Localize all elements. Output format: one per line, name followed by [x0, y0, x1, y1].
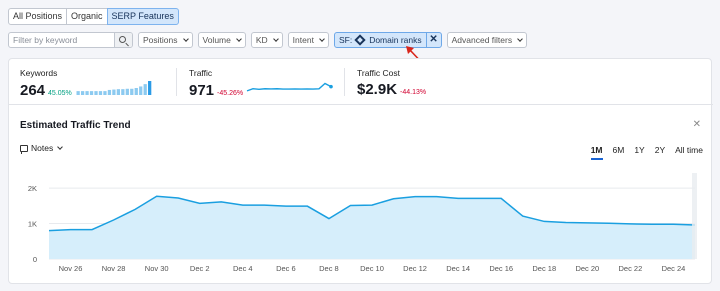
x-tick-label: Dec 6	[276, 264, 296, 273]
traffic-trend-chart: 0 1K 2K Nov 26 Nov 28 Nov 30 Dec 2 Dec 4 Dec 6 De…	[28, 173, 697, 273]
volume-label: Volume	[202, 35, 231, 45]
sparkline-bar	[112, 89, 116, 95]
x-tick-label: Dec 18	[532, 264, 556, 273]
advanced-filters-dropdown[interactable]: Advanced filters	[446, 32, 528, 48]
x-tick-label: Dec 24	[662, 264, 686, 273]
y-tick-label: 1K	[28, 220, 37, 229]
traffic-label: Traffic	[189, 68, 213, 78]
keywords-value: 264	[20, 82, 46, 99]
x-tick-label: Dec 4	[233, 264, 253, 273]
sparkline-bar	[125, 88, 129, 95]
range-2y[interactable]: 2Y	[655, 145, 665, 155]
volume-dropdown[interactable]: Volume	[197, 32, 246, 48]
keywords-sparkline	[76, 81, 152, 95]
x-tick-label: Dec 8	[319, 264, 339, 273]
x-tick-label: Dec 22	[619, 264, 643, 273]
x-tick-label: Dec 16	[489, 264, 513, 273]
notes-dropdown[interactable]: Notes	[20, 143, 64, 154]
keywords-change: 45.05%	[48, 90, 72, 97]
traffic-metric[interactable]: Traffic 971 -45.26%	[189, 68, 335, 99]
sparkline-bar	[129, 88, 134, 95]
sparkline-bar	[134, 88, 138, 95]
range-1y[interactable]: 1Y	[634, 145, 644, 155]
x-tick-label: Nov 28	[102, 264, 126, 273]
y-tick-label: 0	[33, 255, 37, 264]
sparkline-bar	[107, 89, 111, 95]
sparkline-bar	[103, 91, 107, 95]
sparkline-point	[329, 84, 333, 89]
tab-organic[interactable]: Organic	[66, 8, 108, 25]
chevron-down-icon	[182, 35, 189, 42]
domain-ranks-icon	[354, 34, 366, 46]
kd-label: KD	[255, 35, 268, 45]
x-tick-label: Dec 2	[190, 264, 210, 273]
sparkline-bar	[120, 89, 125, 95]
traffic-cost-value: $2.9K	[357, 81, 398, 98]
sparkline-bar	[94, 91, 98, 95]
range-6m[interactable]: 6M	[613, 145, 625, 155]
keywords-metric[interactable]: Keywords 264 45.05%	[20, 68, 152, 99]
search-icon	[119, 36, 126, 43]
intent-label: Intent	[292, 35, 314, 45]
sparkline-bar	[138, 86, 143, 95]
kd-dropdown[interactable]: KD	[250, 32, 283, 48]
traffic-change: -45.26%	[217, 90, 244, 97]
traffic-value: 971	[189, 82, 215, 99]
sparkline-bar	[116, 89, 120, 95]
chevron-down-icon	[319, 35, 325, 42]
advanced-filters-label: Advanced filters	[451, 35, 513, 45]
x-tick-label: Nov 30	[145, 264, 169, 273]
divider	[344, 68, 345, 96]
sf-prefix: SF:	[338, 35, 353, 45]
sparkline-bar	[98, 91, 102, 95]
hover-band	[692, 173, 697, 259]
x-tick-label: Nov 26	[59, 264, 83, 273]
range-1m[interactable]: 1M	[590, 145, 603, 160]
keywords-label: Keywords	[20, 68, 58, 78]
tab-all-positions[interactable]: All Positions	[8, 8, 68, 25]
chevron-down-icon	[236, 35, 242, 42]
traffic-sparkline	[246, 82, 333, 92]
chart-title: Estimated Traffic Trend	[20, 120, 131, 131]
sparkline-bar	[143, 84, 147, 95]
search-input[interactable]: Filter by keyword	[9, 33, 114, 47]
filter-bar: Filter by keyword Positions Volume KD In…	[8, 32, 528, 48]
keyword-search: Filter by keyword	[8, 32, 133, 48]
x-tick-label: Dec 20	[575, 264, 599, 273]
chevron-down-icon	[517, 35, 523, 42]
sparkline-bar	[76, 91, 80, 95]
sparkline-bar	[80, 91, 85, 95]
traffic-cost-metric[interactable]: Traffic Cost $2.9K -44.13%	[357, 68, 426, 98]
sparkline-bar	[85, 91, 89, 95]
position-tabs: All Positions Organic SERP Features	[8, 8, 179, 25]
positions-dropdown[interactable]: Positions	[138, 32, 193, 48]
sparkline-bar	[89, 91, 93, 95]
search-button[interactable]	[114, 33, 132, 47]
x-tick-label: Dec 14	[446, 264, 470, 273]
sparkline-bar	[147, 81, 152, 95]
close-icon[interactable]: ✕	[693, 119, 701, 130]
traffic-cost-label: Traffic Cost	[357, 68, 400, 78]
sparkline-line	[246, 82, 332, 92]
divider	[176, 68, 177, 96]
chevron-down-icon	[57, 143, 64, 150]
overview-card: Keywords 264 45.05% Traffic 971 -45.26% …	[8, 58, 713, 284]
x-tick-label: Dec 10	[360, 264, 384, 273]
traffic-cost-change: -44.13%	[400, 89, 427, 96]
metrics-row: Keywords 264 45.05% Traffic 971 -45.26% …	[9, 59, 713, 105]
y-tick-label: 2K	[28, 184, 37, 193]
range-selector: 1M 6M 1Y 2Y All time	[581, 145, 703, 160]
notes-label: Notes	[31, 143, 54, 153]
note-icon	[20, 144, 28, 154]
chevron-down-icon	[272, 35, 279, 42]
x-tick-label: Dec 12	[403, 264, 427, 273]
positions-label: Positions	[143, 35, 178, 45]
intent-dropdown[interactable]: Intent	[287, 32, 329, 48]
range-all-time[interactable]: All time	[675, 145, 703, 155]
tab-serp-features[interactable]: SERP Features	[106, 8, 179, 25]
